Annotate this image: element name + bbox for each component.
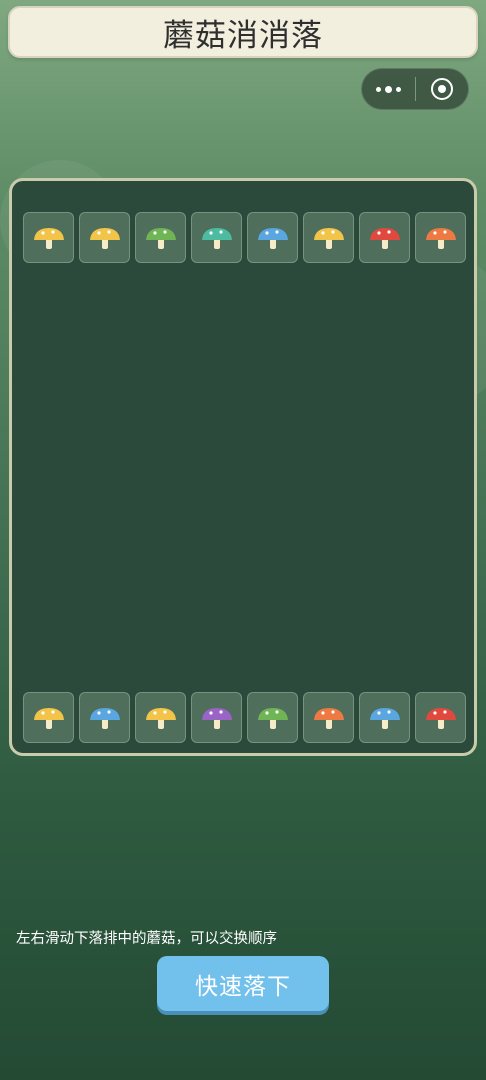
board-tile [247, 692, 298, 743]
more-dots-icon [375, 85, 401, 93]
purple-mushroom-icon [200, 705, 234, 731]
board-tile [135, 692, 186, 743]
board-tile [359, 692, 410, 743]
green-mushroom-icon [144, 225, 178, 251]
blue-mushroom-icon [88, 705, 122, 731]
falling-tile[interactable] [23, 212, 74, 263]
close-button[interactable] [415, 68, 468, 110]
title-bar: 蘑菇消消落 [8, 6, 478, 58]
more-button[interactable] [362, 68, 415, 110]
page-title: 蘑菇消消落 [163, 17, 323, 54]
board-tile [303, 692, 354, 743]
falling-tile[interactable] [135, 212, 186, 263]
green-mushroom-icon [256, 705, 290, 731]
hint-text: 左右滑动下落排中的蘑菇，可以交换顺序 [16, 931, 277, 947]
bottom-row [23, 692, 466, 743]
falling-tile[interactable] [415, 212, 466, 263]
falling-tile[interactable] [247, 212, 298, 263]
blue-mushroom-icon [256, 225, 290, 251]
yellow-mushroom-icon [312, 225, 346, 251]
yellow-mushroom-icon [32, 705, 66, 731]
board-tile [191, 692, 242, 743]
orange-mushroom-icon [312, 705, 346, 731]
red-mushroom-icon [424, 705, 458, 731]
blue-mushroom-icon [368, 705, 402, 731]
yellow-mushroom-icon [32, 225, 66, 251]
game-board[interactable] [9, 178, 477, 756]
board-tile [415, 692, 466, 743]
falling-tile[interactable] [359, 212, 410, 263]
board-tile [79, 692, 130, 743]
target-close-icon [430, 78, 453, 100]
falling-tile[interactable] [191, 212, 242, 263]
falling-tile[interactable] [303, 212, 354, 263]
teal-mushroom-icon [200, 225, 234, 251]
yellow-mushroom-icon [88, 225, 122, 251]
yellow-mushroom-icon [144, 705, 178, 731]
orange-mushroom-icon [424, 225, 458, 251]
falling-row[interactable] [23, 212, 466, 263]
board-tile [23, 692, 74, 743]
red-mushroom-icon [368, 225, 402, 251]
quick-drop-button[interactable]: 快速落下 [157, 956, 329, 1011]
falling-tile[interactable] [79, 212, 130, 263]
mini-program-capsule [361, 68, 469, 110]
